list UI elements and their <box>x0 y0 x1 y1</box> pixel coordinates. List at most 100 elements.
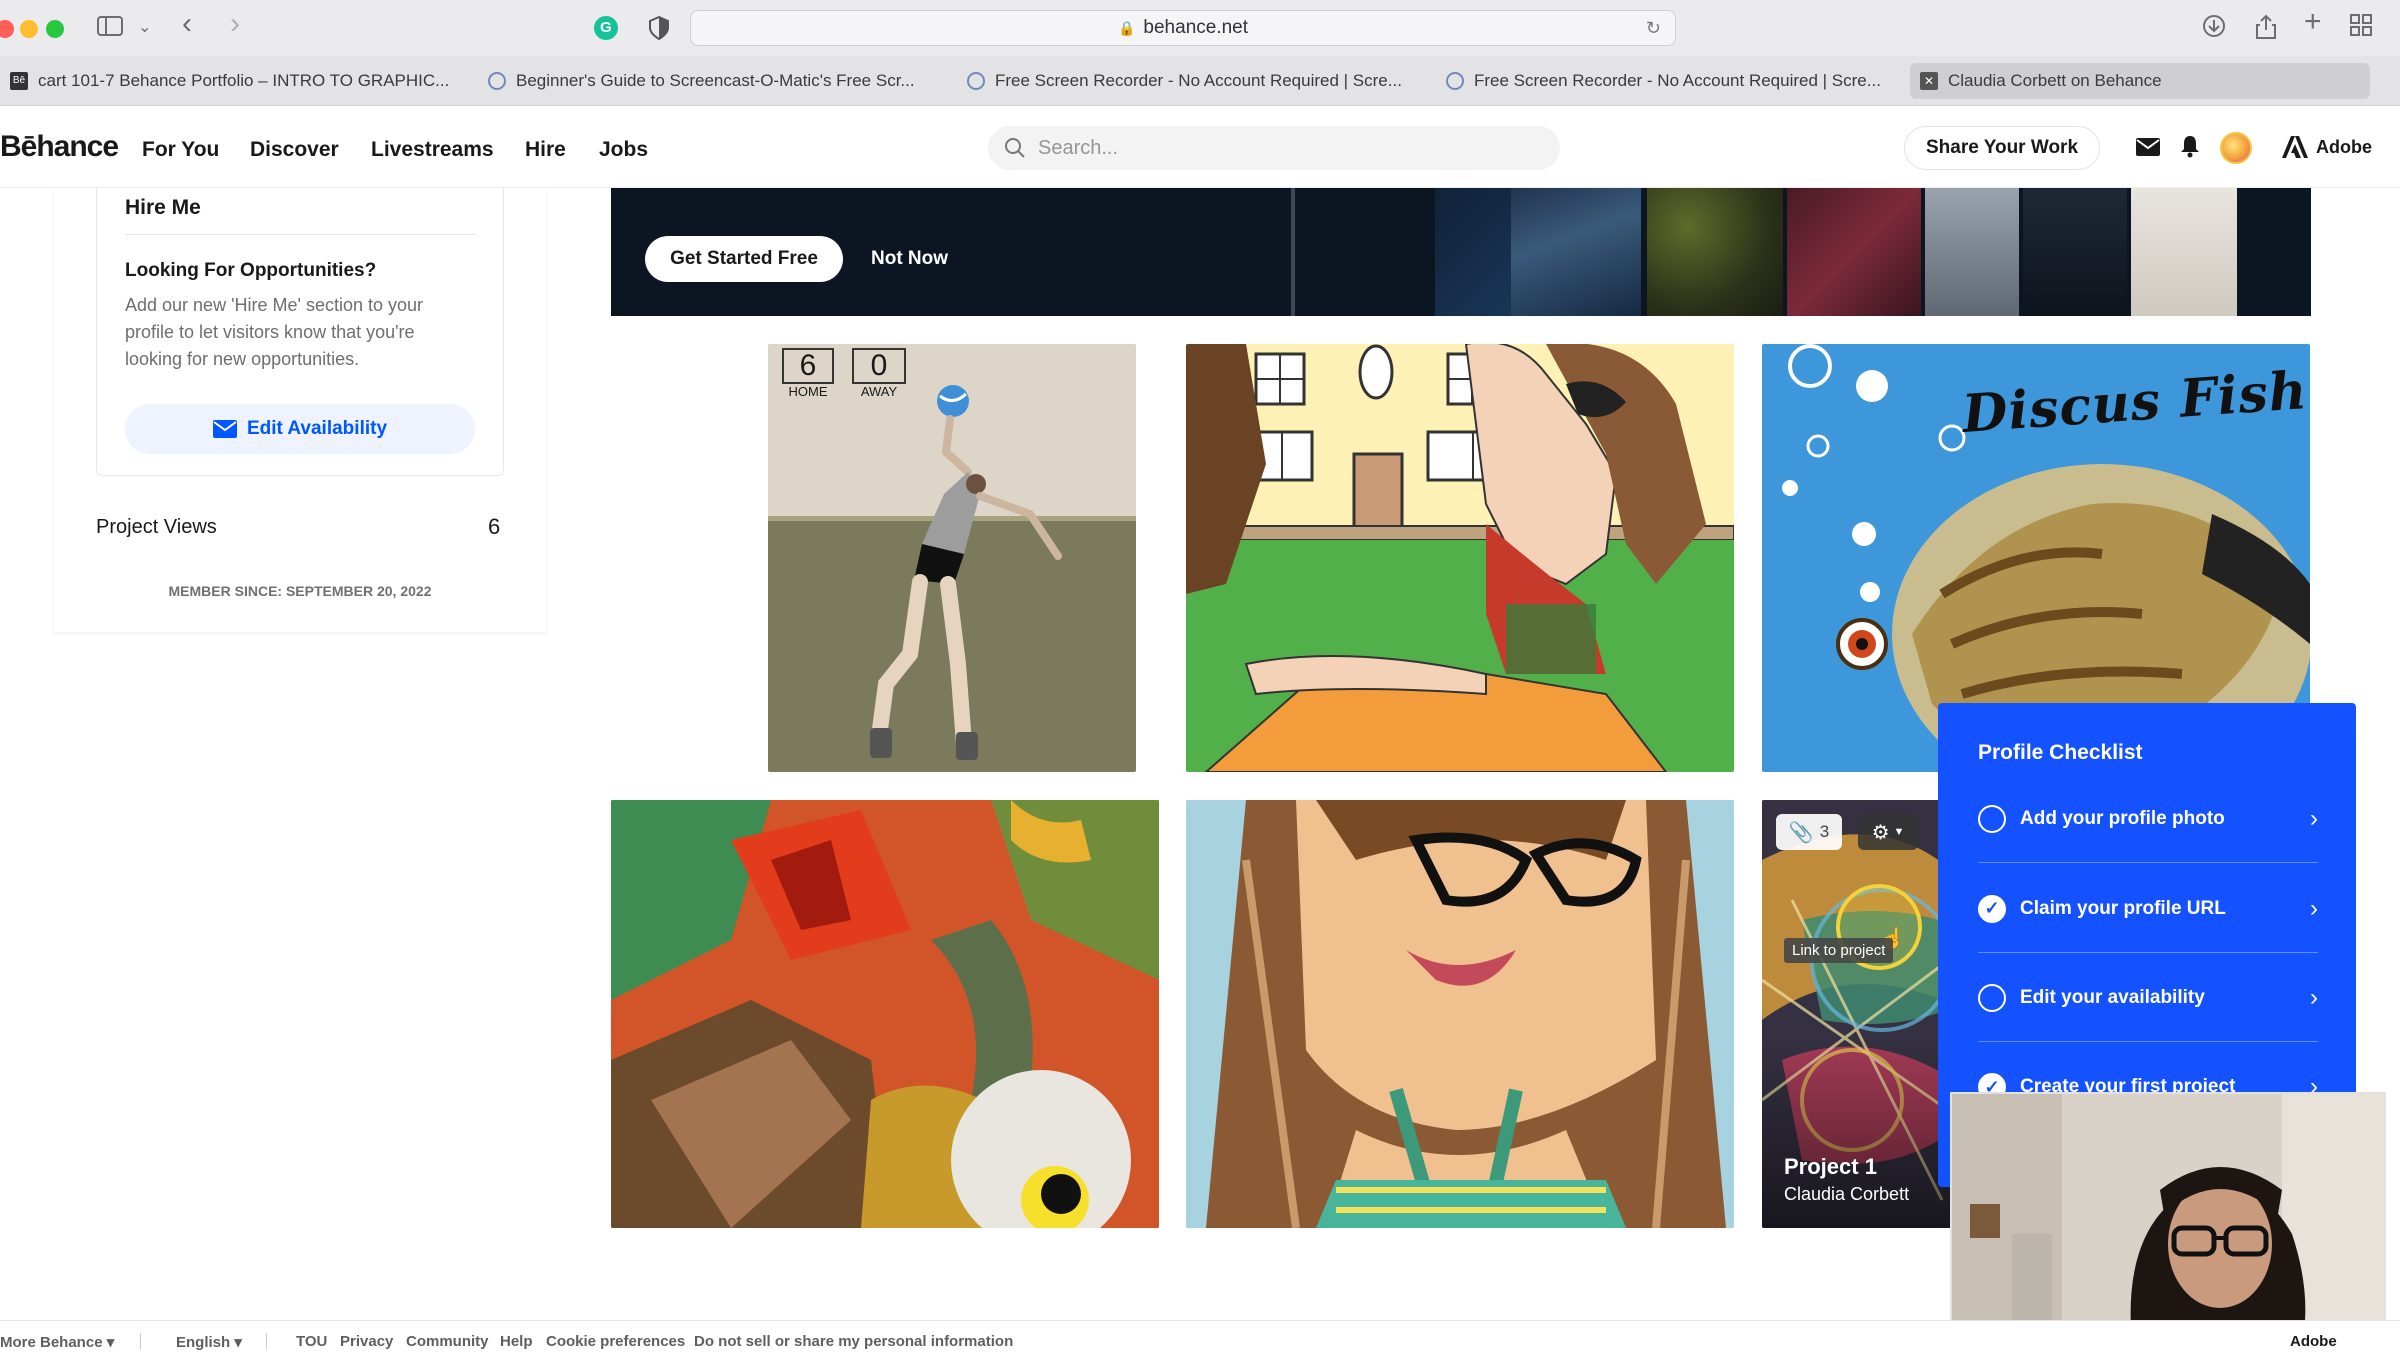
project-title[interactable]: Project 1 <box>1784 1154 1877 1180</box>
nav-for-you[interactable]: For You <box>142 138 219 162</box>
tab-label: Beginner's Guide to Screencast-O-Matic's… <box>516 71 915 90</box>
tab-label: cart 101-7 Behance Portfolio – INTRO TO … <box>38 71 450 90</box>
sidebar-toggle-icon[interactable] <box>96 14 124 45</box>
tab-overview-icon[interactable] <box>2350 14 2372 43</box>
close-window-button[interactable] <box>0 20 14 38</box>
project-views-label: Project Views <box>96 516 217 538</box>
caret-down-icon: ▼ <box>1893 826 1905 838</box>
checklist-item-profile-url[interactable]: ✓ Claim your profile URL › <box>1978 865 2318 953</box>
browser-toolbar: ⌄ ‹ › G 🔒 behance.net ↻ + <box>0 0 2400 56</box>
behance-logo[interactable]: Bēhance <box>0 130 119 164</box>
adobe-label: Adobe <box>2316 136 2372 157</box>
mail-icon[interactable] <box>2136 138 2160 161</box>
project-owner[interactable]: Claudia Corbett <box>1784 1184 1909 1205</box>
tab-cart-portfolio[interactable]: Bē cart 101-7 Behance Portfolio – INTRO … <box>0 63 452 99</box>
webcam-overlay[interactable] <box>1950 1092 2386 1342</box>
share-icon[interactable] <box>2254 14 2278 47</box>
grammarly-extension-icon[interactable]: G <box>594 16 618 40</box>
tab-label: Free Screen Recorder - No Account Requir… <box>995 71 1402 90</box>
footer-cookie-preferences[interactable]: Cookie preferences <box>546 1333 685 1350</box>
address-text: behance.net <box>1143 17 1249 38</box>
tab-bar: Bē cart 101-7 Behance Portfolio – INTRO … <box>0 56 2400 106</box>
nav-hire[interactable]: Hire <box>525 138 566 162</box>
new-tab-icon[interactable]: + <box>2304 7 2322 37</box>
mail-icon <box>212 420 237 438</box>
bell-icon[interactable] <box>2180 134 2200 163</box>
banner-thumbnail <box>2023 188 2127 316</box>
avatar[interactable] <box>2220 132 2252 164</box>
nav-livestreams[interactable]: Livestreams <box>371 138 494 162</box>
nav-jobs[interactable]: Jobs <box>599 138 648 162</box>
footer-language[interactable]: English ▾ <box>176 1333 242 1351</box>
footer-community[interactable]: Community <box>406 1333 489 1350</box>
portrait-illustration <box>1186 800 1734 1228</box>
link-to-project-tooltip: Link to project <box>1784 938 1894 963</box>
minimize-window-button[interactable] <box>20 20 38 38</box>
tab-screen-recorder-1[interactable]: Free Screen Recorder - No Account Requir… <box>957 63 1409 99</box>
sunglasses-illustration <box>1186 344 1734 772</box>
project-settings-button[interactable]: ⚙ ▼ <box>1858 814 1918 850</box>
chevron-right-icon: › <box>2310 804 2318 832</box>
opportunities-title: Looking For Opportunities? <box>125 260 377 281</box>
edit-availability-button[interactable]: Edit Availability <box>125 404 475 454</box>
project-views-count: 6 <box>488 514 501 539</box>
project-card-collage[interactable] <box>611 800 1159 1228</box>
address-bar[interactable]: 🔒 behance.net ↻ <box>690 10 1676 46</box>
search-icon <box>1005 138 1025 158</box>
attachments-badge[interactable]: 📎 3 <box>1776 814 1842 850</box>
volleyball-player-illustration <box>870 385 1062 760</box>
forward-icon[interactable]: › <box>230 9 240 39</box>
promo-banner: Get Started Free Not Now <box>611 188 2311 316</box>
shield-icon[interactable] <box>648 15 670 45</box>
checklist-item-label: Add your profile photo <box>2020 807 2225 829</box>
screencast-favicon-icon <box>967 72 985 90</box>
back-icon[interactable]: ‹ <box>182 9 192 39</box>
tab-screen-recorder-2[interactable]: Free Screen Recorder - No Account Requir… <box>1436 63 1888 99</box>
footer-adobe[interactable]: Adobe <box>2290 1333 2337 1350</box>
footer-more-behance[interactable]: More Behance ▾ <box>0 1333 114 1351</box>
footer-do-not-sell[interactable]: Do not sell or share my personal informa… <box>694 1333 1013 1350</box>
member-since: MEMBER SINCE: SEPTEMBER 20, 2022 <box>168 583 432 599</box>
banner-thumbnail <box>1291 188 1295 316</box>
banner-thumbnail <box>1787 188 1921 316</box>
adobe-menu[interactable]: Adobe <box>2282 136 2372 158</box>
reload-icon[interactable]: ↻ <box>1646 18 1661 39</box>
screencast-favicon-icon <box>1446 72 1464 90</box>
opportunities-text: Add our new 'Hire Me' section to your pr… <box>125 295 424 369</box>
site-header: Bēhance For You Discover Livestreams Hir… <box>0 106 2400 188</box>
lock-icon: 🔒 <box>1117 19 1136 36</box>
project-card-volleyball[interactable]: 6 HOME 0 AWAY <box>768 344 1136 772</box>
tab-label: Free Screen Recorder - No Account Requir… <box>1474 71 1881 90</box>
chevron-down-icon[interactable]: ⌄ <box>138 14 151 42</box>
share-your-work-button[interactable]: Share Your Work <box>1904 126 2100 170</box>
banner-thumbnail <box>1511 188 1641 316</box>
paperclip-icon: 📎 <box>1788 821 1814 844</box>
search-input[interactable]: Search... <box>988 126 1560 170</box>
edit-availability-label: Edit Availability <box>246 418 388 439</box>
get-started-free-button[interactable]: Get Started Free <box>645 236 843 282</box>
project-card-portrait[interactable] <box>1186 800 1734 1228</box>
tab-claudia-corbett[interactable]: ✕ Claudia Corbett on Behance <box>1910 63 2370 99</box>
downloads-icon[interactable] <box>2202 14 2226 45</box>
checklist-item-availability[interactable]: Edit your availability › <box>1978 954 2318 1042</box>
not-now-button[interactable]: Not Now <box>871 248 948 270</box>
divider <box>266 1333 267 1349</box>
banner-thumbnail <box>1925 188 2019 316</box>
checklist-item-profile-photo[interactable]: Add your profile photo › <box>1978 775 2318 863</box>
nav-discover[interactable]: Discover <box>250 138 339 162</box>
zoom-window-button[interactable] <box>46 20 64 38</box>
project-card-sunglasses[interactable] <box>1186 344 1734 772</box>
footer-help[interactable]: Help <box>500 1333 533 1350</box>
tab-screencast-guide[interactable]: Beginner's Guide to Screencast-O-Matic's… <box>478 63 930 99</box>
site-footer: More Behance ▾ English ▾ TOU Privacy Com… <box>0 1320 2400 1352</box>
checkmark-icon: ✓ <box>1978 894 2006 923</box>
footer-tou[interactable]: TOU <box>296 1333 327 1350</box>
screencast-favicon-icon <box>488 72 506 90</box>
divider <box>140 1333 141 1349</box>
checkbox-empty-icon <box>1978 804 2006 833</box>
checklist-item-label: Edit your availability <box>2020 986 2205 1008</box>
chevron-right-icon: › <box>2310 983 2318 1011</box>
footer-privacy[interactable]: Privacy <box>340 1333 393 1350</box>
checkbox-empty-icon <box>1978 983 2006 1012</box>
close-tab-icon[interactable]: ✕ <box>1920 72 1938 90</box>
